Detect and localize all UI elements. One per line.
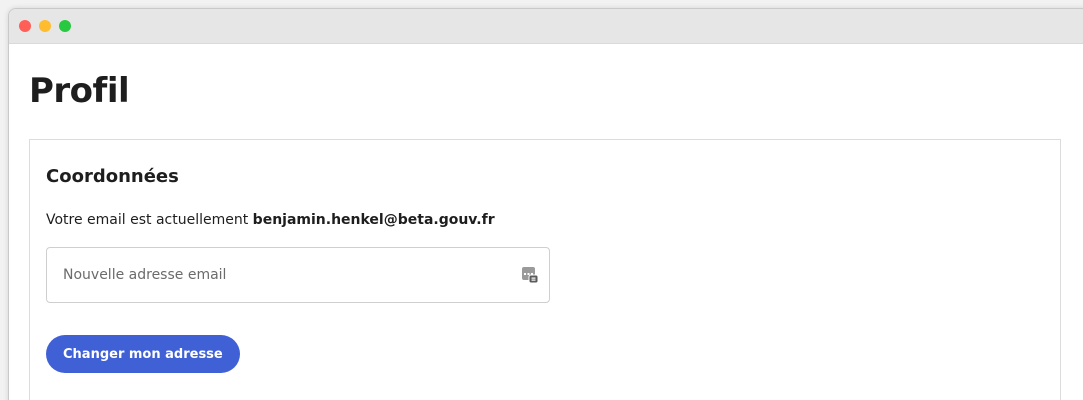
page-title: Profil — [29, 71, 130, 111]
new-email-field-wrapper — [46, 247, 550, 303]
current-email-line: Votre email est actuellement benjamin.he… — [46, 212, 495, 228]
window-titlebar — [9, 9, 1083, 44]
current-email-value: benjamin.henkel@beta.gouv.fr — [252, 212, 495, 228]
browser-window: Profil Coordonnées Votre email est actue… — [8, 8, 1083, 400]
minimize-window-button[interactable] — [39, 20, 51, 32]
maximize-window-button[interactable] — [59, 20, 71, 32]
new-email-input[interactable] — [47, 248, 549, 302]
change-email-button[interactable]: Changer mon adresse — [46, 335, 240, 373]
current-email-prefix: Votre email est actuellement — [46, 212, 253, 228]
autofill-icon-graphic — [522, 267, 539, 284]
close-window-button[interactable] — [19, 20, 31, 32]
autofill-icon[interactable] — [521, 266, 539, 284]
screen: Profil Coordonnées Votre email est actue… — [0, 0, 1083, 400]
contact-card: Coordonnées Votre email est actuellement… — [29, 139, 1061, 400]
contact-card-title: Coordonnées — [46, 166, 179, 187]
